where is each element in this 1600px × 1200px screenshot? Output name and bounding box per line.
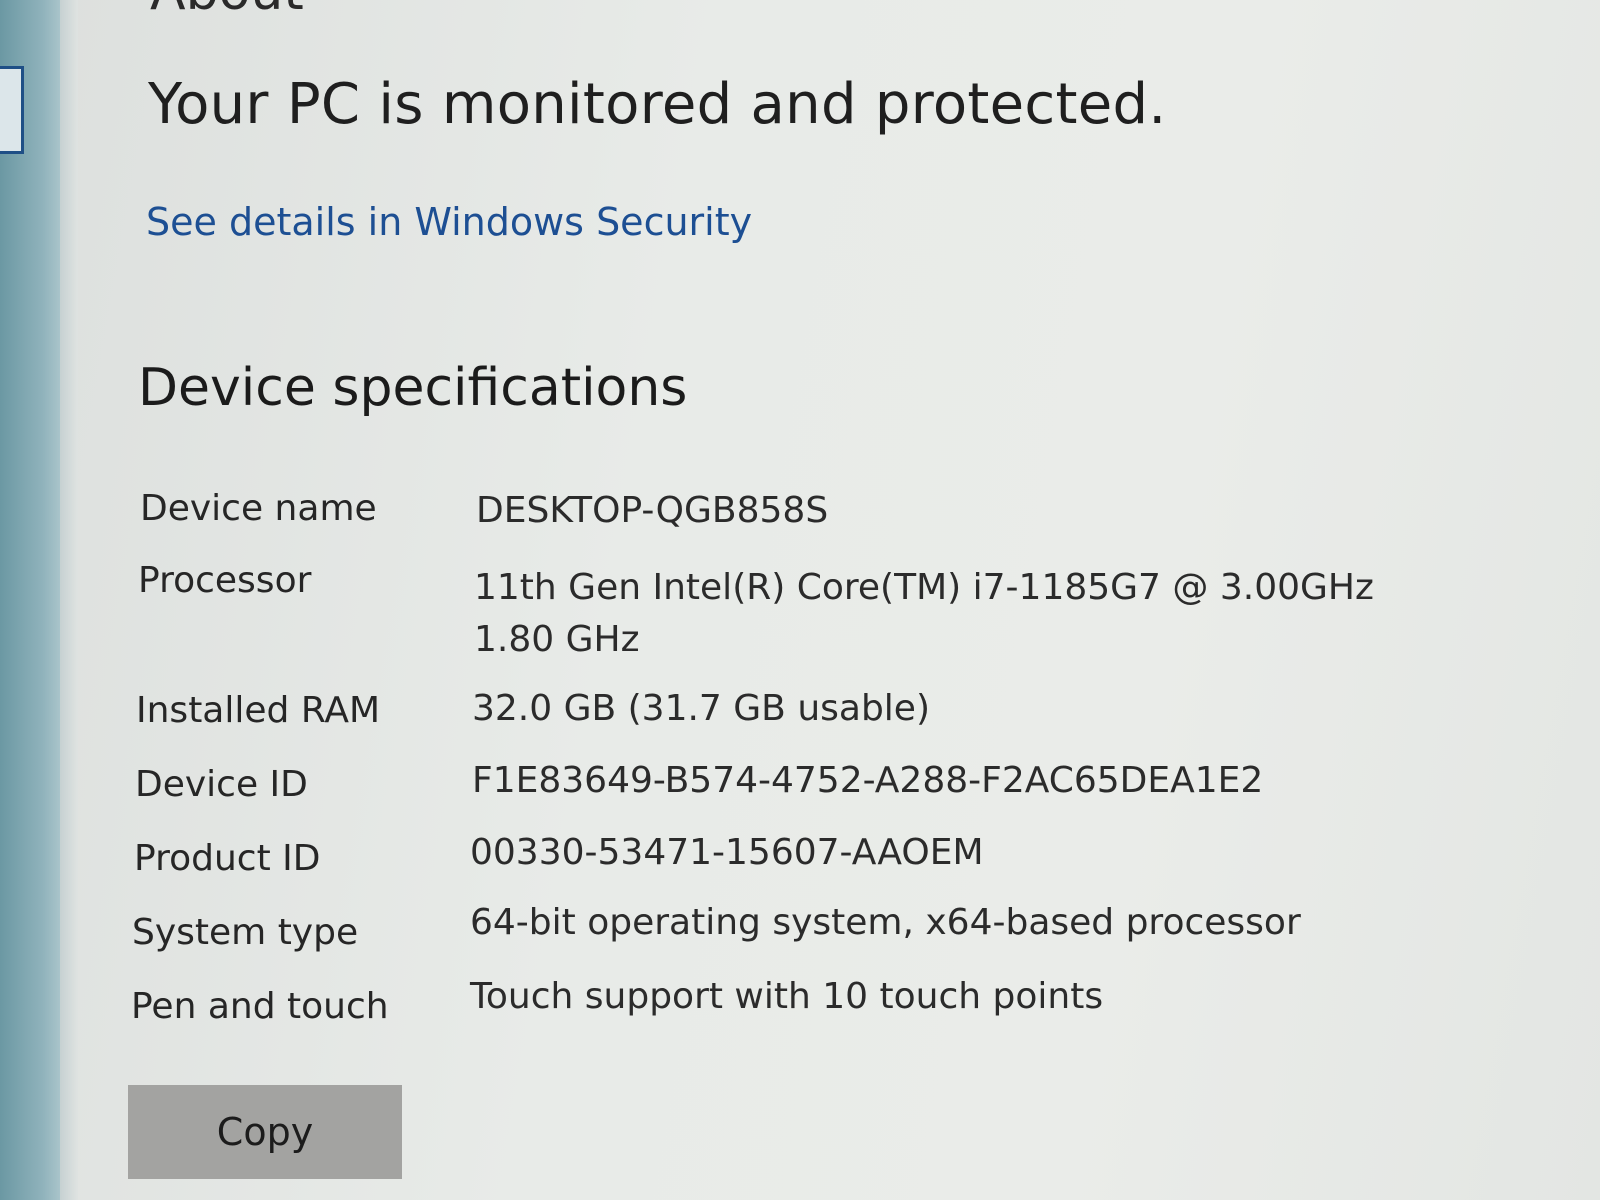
spec-label-device-id: Device ID — [135, 764, 308, 805]
spec-label-product-id: Product ID — [134, 838, 321, 879]
spec-label-system-type: System type — [132, 912, 359, 953]
spec-label-installed-ram: Installed RAM — [136, 690, 381, 731]
spec-label-device-name: Device name — [140, 488, 377, 529]
protection-status-text: Your PC is monitored and protected. — [148, 72, 1167, 137]
spec-value-device-name: DESKTOP-QGB858S — [476, 490, 829, 531]
page-title: About — [150, 0, 304, 22]
spec-value-system-type: 64-bit operating system, x64-based proce… — [470, 902, 1301, 943]
spec-value-pen-and-touch: Touch support with 10 touch points — [470, 976, 1104, 1017]
navigation-pane-edge — [60, 0, 78, 1200]
navigation-pane — [0, 0, 60, 1200]
device-specifications-heading: Device specifications — [138, 358, 688, 418]
windows-security-link[interactable]: See details in Windows Security — [146, 200, 752, 244]
copy-button[interactable]: Copy — [128, 1085, 402, 1179]
spec-value-product-id: 00330-53471-15607-AAOEM — [470, 832, 984, 873]
spec-label-processor: Processor — [138, 560, 312, 601]
spec-value-installed-ram: 32.0 GB (31.7 GB usable) — [472, 688, 930, 729]
spec-value-processor: 11th Gen Intel(R) Core(TM) i7-1185G7 @ 3… — [474, 567, 1374, 660]
spec-value-device-id: F1E83649-B574-4752-A288-F2AC65DEA1E2 — [472, 760, 1264, 801]
spec-label-pen-and-touch: Pen and touch — [131, 986, 389, 1027]
sidebar-selected-item[interactable] — [0, 66, 24, 154]
